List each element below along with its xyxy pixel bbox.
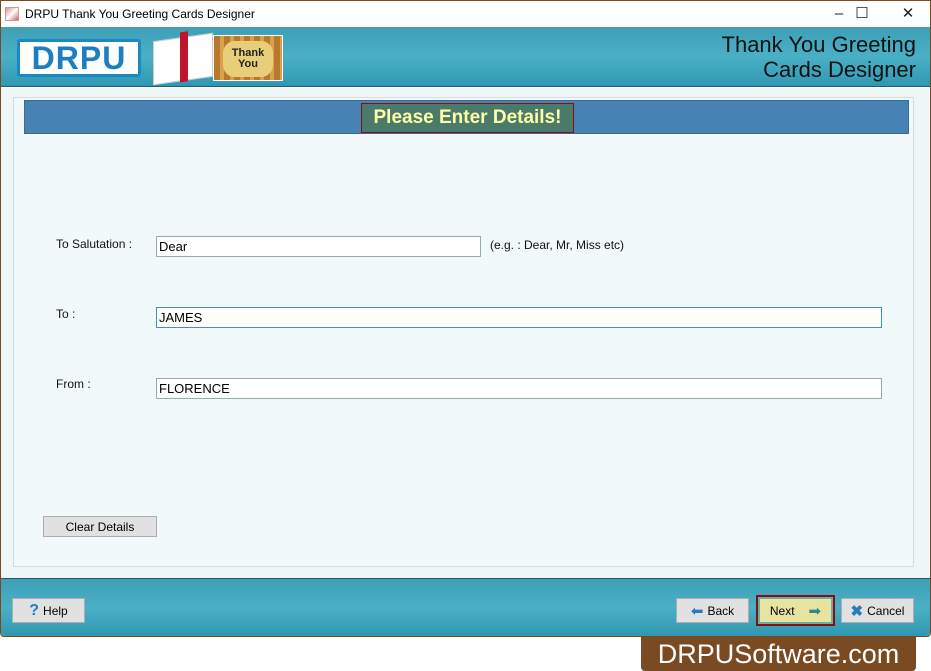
app-icon: [5, 7, 19, 21]
back-arrow-icon: ⬅: [690, 602, 704, 620]
details-panel: Please Enter Details! To Salutation : (e…: [13, 97, 914, 567]
thank-you-card-image: Thank You: [213, 35, 283, 81]
salutation-hint: (e.g. : Dear, Mr, Miss etc): [490, 238, 625, 252]
gift-box-icon: [153, 32, 213, 86]
clear-details-button[interactable]: Clear Details: [43, 516, 157, 537]
window-title: DRPU Thank You Greeting Cards Designer: [25, 7, 255, 21]
close-button[interactable]: ✕: [885, 1, 930, 27]
from-input[interactable]: [156, 378, 882, 399]
watermark: DRPUSoftware.com: [641, 637, 916, 671]
to-label: To :: [56, 307, 76, 321]
to-input[interactable]: [156, 307, 882, 328]
salutation-input[interactable]: [156, 236, 481, 257]
footer-bar: ? Help ⬅ Back Next ➡ ✖ Cancel: [1, 578, 930, 636]
banner: DRPU Thank You Thank You Greeting Cards …: [1, 27, 930, 87]
salutation-label: To Salutation :: [56, 237, 133, 251]
page-title: Please Enter Details!: [361, 103, 574, 133]
help-icon: ?: [29, 601, 40, 619]
maximize-button[interactable]: ☐: [839, 1, 885, 27]
next-button[interactable]: Next ➡: [756, 595, 835, 626]
content-area: Please Enter Details! To Salutation : (e…: [1, 88, 930, 578]
app-title: Thank You Greeting Cards Designer: [721, 32, 916, 82]
next-arrow-icon: ➡: [808, 602, 822, 620]
drpu-logo: DRPU: [17, 39, 141, 77]
back-button[interactable]: ⬅ Back: [676, 598, 749, 623]
panel-header: Please Enter Details!: [24, 100, 909, 134]
cancel-x-icon: ✖: [850, 602, 864, 620]
app-window: DRPU Thank You Greeting Cards Designer –…: [0, 0, 931, 637]
from-label: From :: [56, 377, 91, 391]
help-button[interactable]: ? Help: [12, 598, 85, 623]
title-bar: DRPU Thank You Greeting Cards Designer –…: [1, 1, 930, 27]
cancel-button[interactable]: ✖ Cancel: [841, 598, 914, 623]
